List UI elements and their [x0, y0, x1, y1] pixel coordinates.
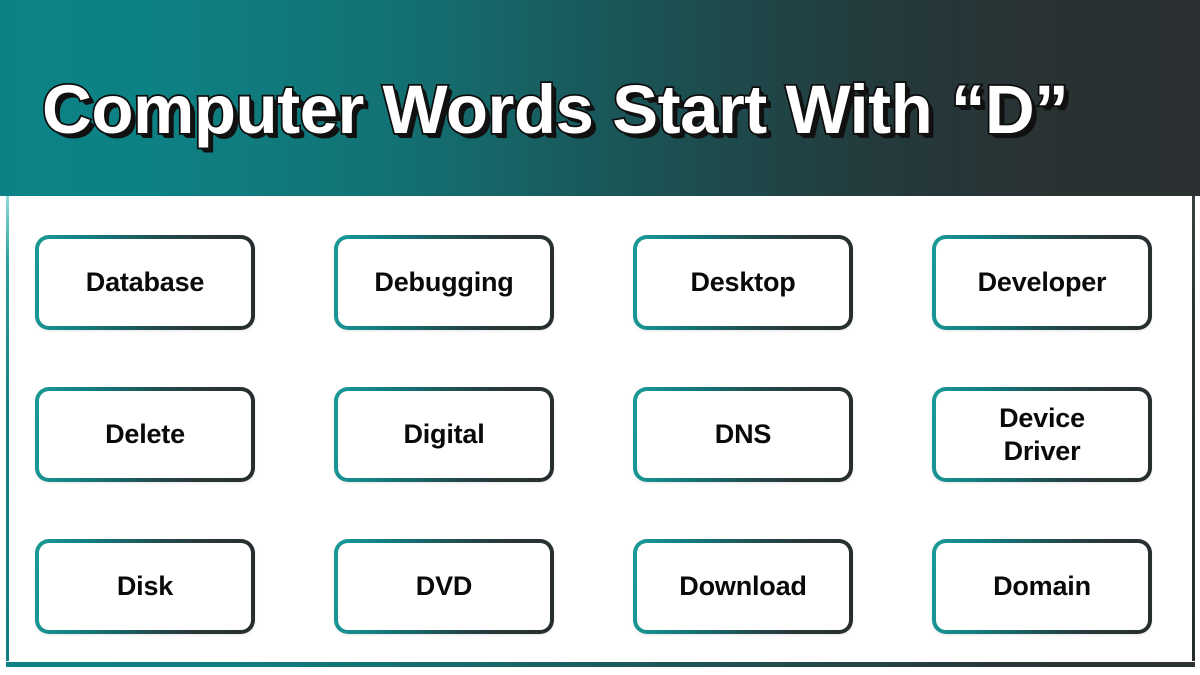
word-card[interactable]: Desktop: [633, 235, 853, 330]
page-title: Computer Words Start With “D”: [40, 69, 1070, 150]
word-card-label: Disk: [116, 571, 174, 601]
word-card[interactable]: Device Driver: [932, 387, 1152, 482]
word-card-label: Delete: [105, 419, 185, 449]
word-card[interactable]: Disk: [35, 539, 255, 634]
word-card[interactable]: Digital: [334, 387, 554, 482]
content-panel: Database Debugging Desktop Developer Delete D…: [0, 196, 1200, 675]
infographic-page: Computer Words Start With “D” Database De…: [0, 0, 1200, 675]
word-card[interactable]: Domain: [932, 539, 1152, 634]
word-card[interactable]: Database: [35, 235, 255, 330]
word-card-label: Domain: [993, 571, 1091, 601]
word-grid: Database Debugging Desktop Developer Delete D…: [35, 235, 1155, 634]
word-card[interactable]: DVD: [334, 539, 554, 634]
word-card-label: Digital: [403, 419, 485, 449]
word-card-label: DVD: [415, 571, 473, 601]
word-card[interactable]: Delete: [35, 387, 255, 482]
left-edge-rule: [6, 196, 9, 661]
word-card-label: Developer: [977, 267, 1107, 297]
word-card[interactable]: Download: [633, 539, 853, 634]
word-card[interactable]: Debugging: [334, 235, 554, 330]
word-card-label: Desktop: [690, 267, 796, 297]
word-card-label: Database: [85, 267, 205, 297]
word-card[interactable]: DNS: [633, 387, 853, 482]
header-banner: Computer Words Start With “D”: [0, 0, 1200, 196]
word-card[interactable]: Developer: [932, 235, 1152, 330]
right-edge-rule: [1192, 196, 1195, 661]
word-card-label: Debugging: [374, 267, 514, 297]
bottom-edge-rule: [6, 662, 1195, 667]
word-card-label: Download: [679, 571, 807, 601]
word-card-label: Device Driver: [999, 402, 1085, 466]
word-card-label: DNS: [714, 419, 772, 449]
